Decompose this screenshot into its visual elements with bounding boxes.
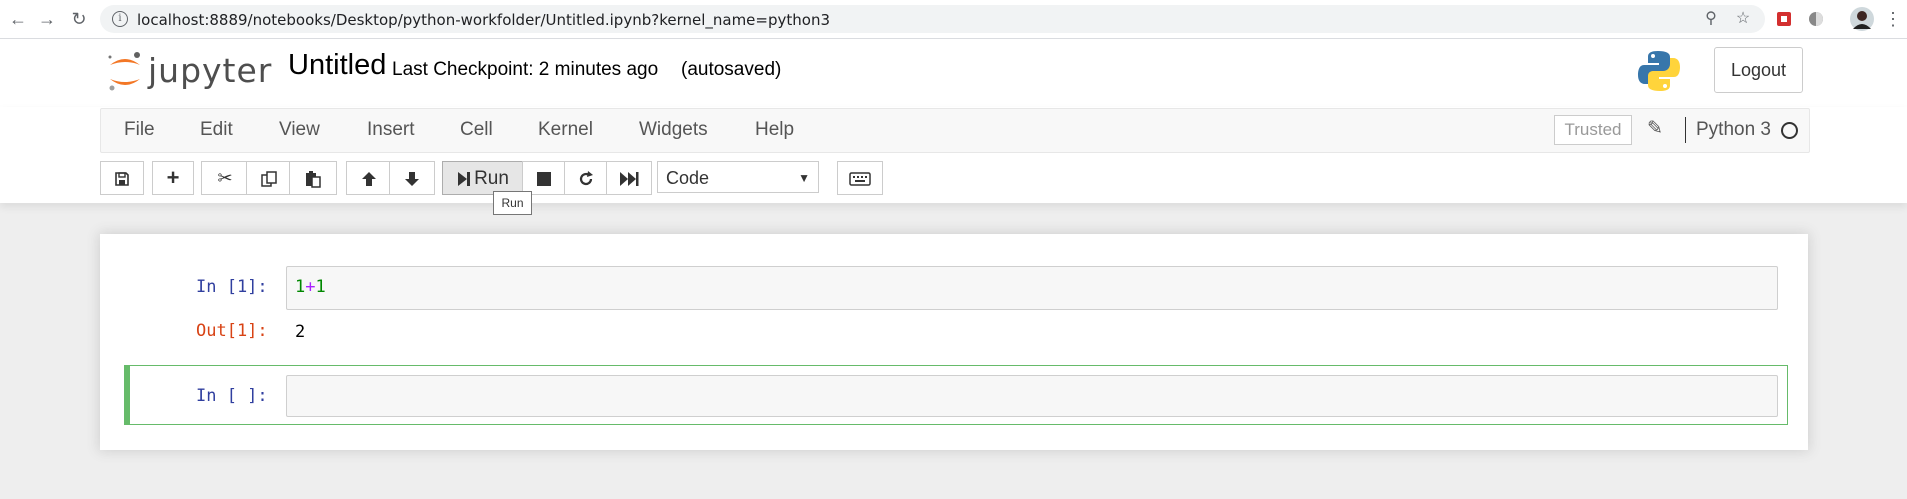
kernel-divider bbox=[1685, 117, 1686, 143]
move-up-button[interactable] bbox=[346, 161, 392, 195]
insert-cell-button[interactable]: + bbox=[152, 161, 194, 195]
forward-arrow-icon[interactable]: → bbox=[37, 9, 57, 29]
run-button-label: Run bbox=[474, 168, 509, 189]
menu-kernel[interactable]: Kernel bbox=[538, 119, 593, 141]
jupyter-header: jupyter Untitled Last Checkpoint: 2 minu… bbox=[0, 39, 1907, 108]
menubar-container: File Edit View Insert Cell Kernel Widget… bbox=[0, 107, 1907, 203]
kernel-idle-indicator-icon bbox=[1781, 122, 1798, 139]
save-icon bbox=[115, 172, 129, 187]
back-arrow-icon[interactable]: ← bbox=[8, 9, 28, 29]
code-token-operator: + bbox=[305, 277, 316, 297]
code-token-number: 1 bbox=[315, 277, 326, 297]
notebook-container: In [1]: 1+1 Out[1]: 2 In [ ]: bbox=[100, 234, 1808, 450]
code-cell-editor[interactable] bbox=[286, 375, 1778, 417]
profile-avatar[interactable] bbox=[1850, 7, 1874, 31]
url-text[interactable]: localhost:8889/notebooks/Desktop/python-… bbox=[137, 11, 830, 29]
browser-menu-icon[interactable]: ⋮ bbox=[1883, 9, 1903, 29]
restart-icon bbox=[579, 171, 593, 186]
checkpoint-status: Last Checkpoint: 2 minutes ago bbox=[392, 59, 659, 80]
menu-insert[interactable]: Insert bbox=[367, 119, 415, 141]
arrow-up-icon bbox=[362, 172, 376, 187]
scissors-icon: ✂ bbox=[217, 168, 233, 188]
interrupt-kernel-button[interactable] bbox=[522, 161, 566, 195]
jupyter-logo-text: jupyter bbox=[148, 51, 273, 90]
restart-kernel-button[interactable] bbox=[564, 161, 608, 195]
cell-output-value: 2 bbox=[295, 322, 306, 342]
extension-circle-icon[interactable] bbox=[1806, 9, 1826, 29]
selected-cell-indicator bbox=[125, 366, 130, 424]
menu-help[interactable]: Help bbox=[755, 119, 794, 141]
menu-view[interactable]: View bbox=[279, 119, 320, 141]
trusted-indicator[interactable]: Trusted bbox=[1554, 115, 1632, 145]
dropdown-caret-icon: ▼ bbox=[798, 171, 810, 185]
paste-icon bbox=[306, 171, 321, 188]
cell-output-prompt: Out[1]: bbox=[196, 321, 268, 341]
menu-edit[interactable]: Edit bbox=[200, 119, 233, 141]
extension-shield-icon[interactable] bbox=[1774, 9, 1794, 29]
cell-type-select[interactable]: Code ▼ bbox=[657, 161, 819, 193]
reload-icon[interactable]: ↻ bbox=[69, 9, 89, 29]
copy-icon bbox=[261, 171, 277, 187]
move-down-button[interactable] bbox=[389, 161, 435, 195]
stop-icon bbox=[537, 172, 551, 187]
zoom-icon[interactable]: ⚲ bbox=[1702, 10, 1720, 28]
notebook-name[interactable]: Untitled bbox=[288, 49, 386, 82]
python-logo-icon bbox=[1638, 51, 1680, 91]
code-cell-editor[interactable]: 1+1 bbox=[286, 266, 1778, 310]
cell-input-prompt: In [ ]: bbox=[196, 386, 268, 406]
cell-type-value: Code bbox=[666, 168, 710, 188]
browser-toolbar: ← → ↻ i localhost:8889/notebooks/Desktop… bbox=[0, 0, 1907, 39]
menu-file[interactable]: File bbox=[124, 119, 155, 141]
keyboard-icon bbox=[849, 172, 871, 186]
paste-button[interactable] bbox=[289, 161, 337, 195]
kernel-name[interactable]: Python 3 bbox=[1696, 119, 1771, 141]
cut-button[interactable]: ✂ bbox=[201, 161, 249, 195]
arrow-down-icon bbox=[405, 172, 419, 187]
jupyter-logo-icon bbox=[108, 52, 140, 91]
address-bar[interactable]: i localhost:8889/notebooks/Desktop/pytho… bbox=[100, 5, 1765, 33]
plus-icon: + bbox=[166, 165, 180, 190]
run-button[interactable]: Run bbox=[442, 161, 524, 195]
menubar: File Edit View Insert Cell Kernel Widget… bbox=[100, 108, 1810, 153]
fast-forward-icon bbox=[620, 172, 639, 187]
jupyter-logo[interactable]: jupyter bbox=[106, 47, 271, 95]
site-info-icon[interactable]: i bbox=[112, 11, 128, 27]
menu-widgets[interactable]: Widgets bbox=[639, 119, 708, 141]
bookmark-star-icon[interactable]: ☆ bbox=[1734, 10, 1752, 28]
copy-button[interactable] bbox=[246, 161, 292, 195]
restart-run-all-button[interactable] bbox=[606, 161, 652, 195]
code-token-number: 1 bbox=[295, 277, 306, 297]
run-tooltip: Run bbox=[493, 191, 532, 215]
save-button[interactable] bbox=[100, 161, 144, 195]
pencil-edit-icon[interactable]: ✎ bbox=[1647, 119, 1667, 139]
command-palette-button[interactable] bbox=[837, 161, 883, 195]
step-forward-icon bbox=[458, 172, 471, 187]
logout-button[interactable]: Logout bbox=[1714, 47, 1803, 93]
autosave-status: (autosaved) bbox=[681, 59, 782, 80]
menu-cell[interactable]: Cell bbox=[460, 119, 493, 141]
cell-input-prompt: In [1]: bbox=[196, 277, 268, 297]
